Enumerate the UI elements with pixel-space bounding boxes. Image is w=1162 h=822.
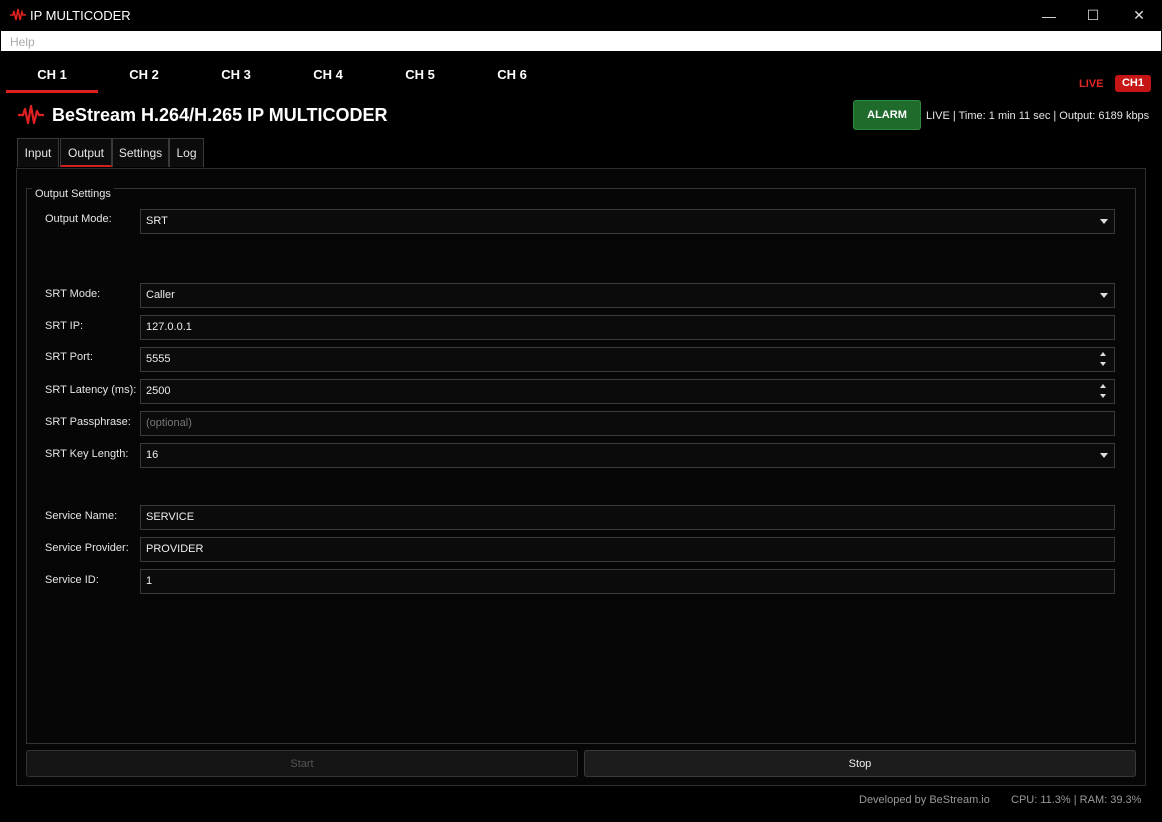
tab-input[interactable]: Input bbox=[17, 138, 59, 167]
srt-mode-select[interactable]: Caller bbox=[140, 283, 1115, 308]
group-title: Output Settings bbox=[32, 188, 114, 200]
chevron-down-icon bbox=[1100, 453, 1108, 458]
channel-tab-3[interactable]: CH 3 bbox=[190, 62, 282, 90]
waveform-logo-icon bbox=[10, 8, 26, 21]
channel-tab-6[interactable]: CH 6 bbox=[466, 62, 558, 90]
srt-mode-label: SRT Mode: bbox=[45, 288, 101, 300]
service-provider-input[interactable]: PROVIDER bbox=[140, 537, 1115, 562]
channel-tab-4[interactable]: CH 4 bbox=[282, 62, 374, 90]
channel-tab-5[interactable]: CH 5 bbox=[374, 62, 466, 90]
tab-settings[interactable]: Settings bbox=[112, 138, 169, 167]
spin-down-icon[interactable] bbox=[1100, 394, 1106, 398]
srt-port-label: SRT Port: bbox=[45, 351, 93, 363]
menu-help[interactable]: Help bbox=[10, 35, 35, 49]
output-mode-select[interactable]: SRT bbox=[140, 209, 1115, 234]
srt-latency-spinbox[interactable]: 2500 bbox=[140, 379, 1115, 404]
tab-output[interactable]: Output bbox=[60, 138, 112, 167]
stop-button[interactable]: Stop bbox=[584, 750, 1136, 777]
spin-up-icon[interactable] bbox=[1100, 384, 1106, 388]
resource-usage: CPU: 11.3% | RAM: 39.3% bbox=[1011, 794, 1142, 806]
output-mode-value: SRT bbox=[146, 215, 168, 227]
close-button[interactable]: ✕ bbox=[1116, 0, 1162, 31]
service-name-label: Service Name: bbox=[45, 510, 118, 522]
srt-key-length-value: 16 bbox=[146, 449, 159, 461]
srt-port-value: 5555 bbox=[146, 353, 171, 365]
maximize-button[interactable]: ☐ bbox=[1070, 0, 1116, 31]
service-provider-label: Service Provider: bbox=[45, 542, 129, 554]
menu-bar: Help bbox=[1, 31, 1161, 51]
srt-key-length-label: SRT Key Length: bbox=[45, 448, 129, 460]
srt-ip-input[interactable]: 127.0.0.1 bbox=[140, 315, 1115, 340]
chevron-down-icon bbox=[1100, 219, 1108, 224]
tab-log[interactable]: Log bbox=[169, 138, 204, 167]
channel-tab-1[interactable]: CH 1 bbox=[6, 62, 98, 93]
srt-passphrase-input[interactable]: (optional) bbox=[140, 411, 1115, 436]
srt-port-spinbox[interactable]: 5555 bbox=[140, 347, 1115, 372]
srt-latency-value: 2500 bbox=[146, 385, 171, 397]
srt-passphrase-label: SRT Passphrase: bbox=[45, 416, 131, 428]
minimize-button[interactable]: — bbox=[1026, 0, 1072, 31]
service-name-input[interactable]: SERVICE bbox=[140, 505, 1115, 530]
stream-status: LIVE | Time: 1 min 11 sec | Output: 6189… bbox=[926, 110, 1150, 122]
output-mode-label: Output Mode: bbox=[45, 213, 112, 225]
window-title: IP MULTICODER bbox=[30, 8, 131, 23]
srt-key-length-select[interactable]: 16 bbox=[140, 443, 1115, 468]
srt-latency-label: SRT Latency (ms): bbox=[45, 384, 137, 396]
title-bar bbox=[0, 0, 1162, 31]
alarm-button[interactable]: ALARM bbox=[853, 100, 921, 130]
service-id-input[interactable]: 1 bbox=[140, 569, 1115, 594]
srt-ip-label: SRT IP: bbox=[45, 320, 84, 332]
srt-mode-value: Caller bbox=[146, 289, 175, 301]
channel-badge: CH1 bbox=[1115, 75, 1151, 92]
app-heading: BeStream H.264/H.265 IP MULTICODER bbox=[52, 105, 388, 125]
service-id-label: Service ID: bbox=[45, 574, 99, 586]
start-button[interactable]: Start bbox=[26, 750, 578, 777]
channel-tab-2[interactable]: CH 2 bbox=[98, 62, 190, 90]
live-indicator: LIVE bbox=[1079, 78, 1104, 90]
spin-up-icon[interactable] bbox=[1100, 352, 1106, 356]
waveform-brand-icon bbox=[18, 104, 44, 125]
spin-down-icon[interactable] bbox=[1100, 362, 1106, 366]
developer-credit: Developed by BeStream.io bbox=[859, 794, 990, 806]
chevron-down-icon bbox=[1100, 293, 1108, 298]
